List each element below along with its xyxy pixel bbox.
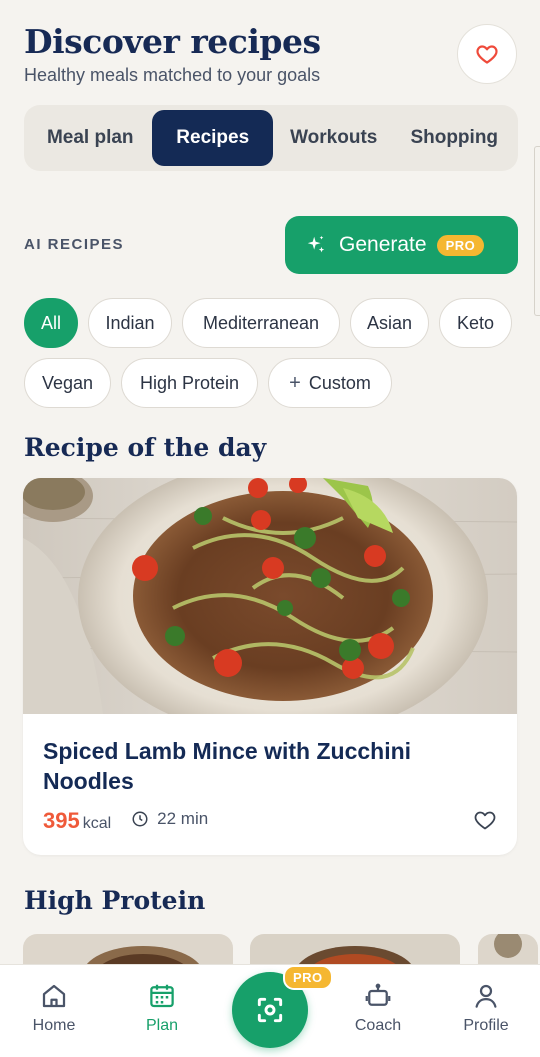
scroll-edge: [534, 146, 540, 316]
nav-profile-label: Profile: [463, 1017, 509, 1034]
tab-meal-plan[interactable]: Meal plan: [28, 110, 152, 166]
high-protein-title: High Protein: [24, 886, 206, 915]
calories-value: 395: [43, 808, 80, 833]
sparkle-icon: [307, 235, 325, 253]
page-subtitle: Healthy meals matched to your goals: [24, 65, 321, 85]
nav-plan[interactable]: Plan: [117, 981, 207, 1035]
cook-time: 22 min: [131, 809, 208, 829]
heart-icon: [476, 45, 498, 64]
chip-mediterranean[interactable]: Mediterranean: [182, 298, 340, 348]
scan-pro-badge: PRO: [283, 965, 333, 990]
recipe-title: Spiced Lamb Mince with Zucchini Noodles: [43, 738, 412, 794]
generate-label: Generate: [339, 233, 427, 256]
generate-button[interactable]: Generate PRO: [285, 216, 518, 274]
nav-coach[interactable]: Coach: [333, 981, 423, 1035]
tab-shopping[interactable]: Shopping: [394, 110, 514, 166]
segment-tabs: Meal plan Recipes Workouts Shopping: [24, 105, 518, 171]
chip-custom[interactable]: + Custom: [268, 358, 392, 408]
header: Discover recipes Healthy meals matched t…: [24, 22, 518, 86]
cuisine-filters: All Indian Mediterranean Asian Keto Vega…: [24, 298, 524, 418]
chip-custom-label: Custom: [308, 372, 371, 393]
chip-all[interactable]: All: [24, 298, 78, 348]
recipe-of-day-card[interactable]: Spiced Lamb Mince with Zucchini Noodles …: [23, 478, 517, 855]
chip-high-protein[interactable]: High Protein: [121, 358, 258, 408]
ai-recipes-label: AI RECIPES: [24, 236, 125, 253]
pro-badge: PRO: [436, 234, 485, 256]
cook-time-label: 22 min: [157, 809, 209, 828]
page-title: Discover recipes: [24, 22, 321, 61]
chip-asian[interactable]: Asian: [350, 298, 429, 348]
heart-outline-icon: [474, 811, 496, 830]
recipe-favorite-button[interactable]: [473, 808, 497, 837]
calendar-icon: [150, 984, 174, 1008]
nav-profile[interactable]: Profile: [441, 981, 531, 1035]
recipe-of-day-title: Recipe of the day: [24, 433, 267, 462]
nav-home[interactable]: Home: [9, 981, 99, 1035]
home-icon: [42, 984, 66, 1008]
chip-vegan[interactable]: Vegan: [24, 358, 111, 408]
tab-workouts[interactable]: Workouts: [273, 110, 395, 166]
recipe-meta: 395 kcal 22 min: [43, 808, 208, 834]
favorites-button[interactable]: [457, 24, 517, 84]
plus-icon: +: [289, 371, 301, 394]
recipe-image: [23, 478, 517, 714]
calories-unit: kcal: [82, 815, 112, 832]
nav-home-label: Home: [32, 1017, 76, 1034]
robot-icon: [365, 983, 391, 1006]
nav-coach-label: Coach: [354, 1017, 402, 1034]
nav-plan-label: Plan: [145, 1017, 179, 1034]
chip-keto[interactable]: Keto: [439, 298, 512, 348]
ai-recipes-row: AI RECIPES Generate PRO: [24, 216, 518, 274]
clock-icon: [132, 811, 148, 827]
user-icon: [475, 984, 497, 1008]
tab-recipes[interactable]: Recipes: [152, 110, 273, 166]
scan-icon: [257, 997, 283, 1023]
chip-indian[interactable]: Indian: [88, 298, 172, 348]
